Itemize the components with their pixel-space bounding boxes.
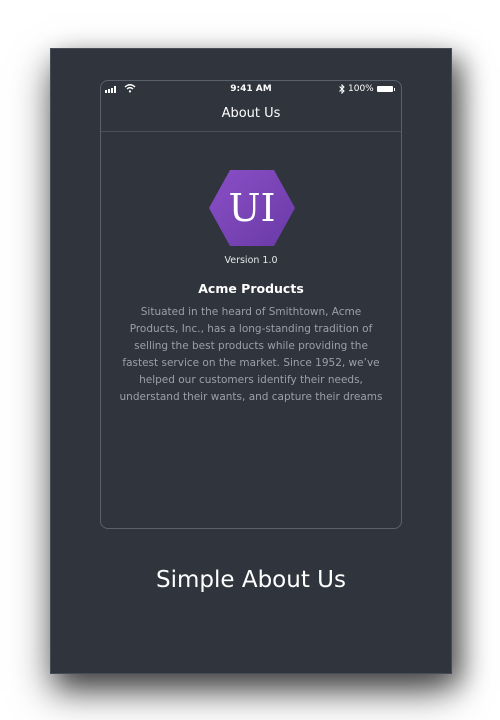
battery-icon: [377, 86, 395, 92]
status-bar: 9:41 AM 100%: [101, 81, 401, 99]
navigation-bar: About Us: [101, 99, 401, 132]
showcase-card: 9:41 AM 100% About Us UI Version 1.0 Acm…: [50, 48, 452, 674]
page-title: About Us: [221, 106, 281, 121]
company-name: Acme Products: [198, 281, 304, 296]
phone-screen: 9:41 AM 100% About Us UI Version 1.0 Acm…: [100, 80, 402, 529]
logo-text: UI: [228, 186, 275, 230]
app-version: Version 1.0: [224, 255, 278, 266]
about-description: Situated in the heard of Smithtown, Acme…: [119, 306, 383, 403]
app-logo: UI: [209, 170, 295, 246]
bluetooth-icon: [339, 84, 345, 94]
battery-percent: 100%: [348, 84, 374, 94]
showcase-caption: Simple About Us: [156, 567, 346, 593]
